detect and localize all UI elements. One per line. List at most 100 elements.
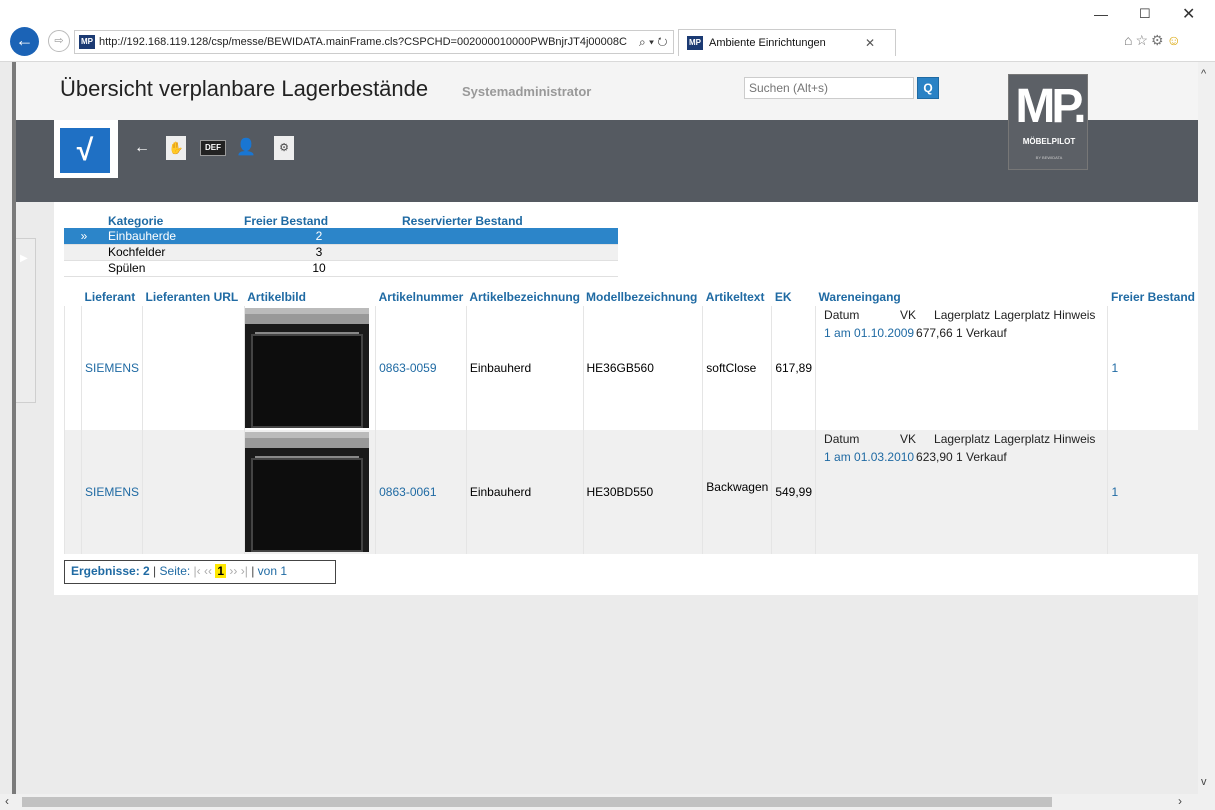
row-marker [64, 260, 104, 277]
maximize-icon[interactable]: ☐ [1139, 6, 1151, 22]
logo-text: MP. [1015, 80, 1086, 133]
back-arrow-icon[interactable]: ← [10, 27, 39, 56]
tab-title: Ambiente Einrichtungen [709, 37, 826, 49]
supplier-url [142, 306, 245, 430]
chevron-left-icon[interactable]: ‹ [5, 794, 9, 808]
table-row[interactable]: » Einbauherde 2 [64, 228, 618, 245]
col-header[interactable]: Wareneingang [816, 288, 1108, 306]
first-page-button[interactable]: |‹ [194, 564, 201, 578]
receipt-date-link[interactable]: 1 am 01.10.2009 [824, 326, 916, 340]
page-label: Seite: [159, 564, 191, 578]
model-name: HE30BD550 [582, 430, 703, 554]
category-name[interactable]: Kochfelder [104, 244, 240, 261]
col-header[interactable]: Lieferanten URL [143, 288, 245, 306]
next-page-button[interactable]: ›› [229, 564, 237, 578]
side-panel-toggle[interactable]: ▶ [16, 238, 36, 403]
horizontal-scrollbar[interactable]: ‹ › [0, 794, 1215, 810]
page-count: von 1 [257, 564, 288, 578]
article-image [243, 430, 376, 554]
results-count: Ergebnisse: 2 [71, 564, 150, 578]
col-header[interactable]: Reservierter Bestand [398, 214, 618, 228]
document-hand-icon[interactable]: ✋ [166, 136, 186, 160]
browser-titlebar: ← ⇨ MP http://192.168.119.128/csp/messe/… [0, 0, 1215, 62]
col-header[interactable]: EK [772, 288, 816, 306]
oven-image [244, 432, 369, 552]
close-icon[interactable]: ✕ [1182, 4, 1195, 24]
purchase-price: 549,99 [771, 430, 816, 554]
vertical-scrollbar[interactable]: ^ v [1198, 62, 1215, 794]
article-image [243, 306, 376, 430]
col-header[interactable]: Freier Bestand [240, 214, 398, 228]
reserved-stock [398, 244, 618, 261]
goods-receipt-row: 1 am 01.10.2009 677,66 1 Verkauf [824, 326, 1007, 340]
goods-receipt: Datum VK Lagerplatz Lagerplatz Hinweis 1 am… [815, 306, 1108, 430]
supplier-link[interactable]: SIEMENS [81, 430, 143, 554]
star-icon[interactable]: ☆ [1135, 32, 1151, 48]
purchase-price: 617,89 [771, 306, 816, 430]
supplier-url [142, 430, 245, 554]
article-number-link[interactable]: 0863-0061 [375, 430, 467, 554]
logo-byline: BY BEWIDATA [1035, 155, 1063, 160]
col-header[interactable]: Kategorie [104, 214, 240, 228]
col-header[interactable]: Modellbezeichnung [583, 288, 703, 306]
document-gear-icon[interactable]: ⚙ [274, 136, 294, 160]
chevron-right-icon: ▶ [20, 253, 28, 264]
goods-receipt-row: 1 am 01.03.2010 623,90 1 Verkauf [824, 450, 1007, 464]
table-row[interactable]: SIEMENS 0863-0061 Einbauherd HE30BD550 B… [63, 430, 1198, 554]
def-button[interactable]: DEF [200, 140, 226, 156]
search-refresh-icon[interactable]: ⌕ ▾ ↻ [639, 35, 668, 50]
col-header[interactable]: Artikelbezeichnung [466, 288, 583, 306]
col-header[interactable]: Artikelbild [244, 288, 375, 306]
browser-tab[interactable]: MP Ambiente Einrichtungen ✕ [678, 29, 896, 56]
article-name: Einbauherd [465, 306, 584, 430]
table-row[interactable]: Kochfelder 3 [64, 244, 618, 261]
current-page[interactable]: 1 [215, 564, 227, 578]
person-check-icon[interactable]: 👤 [236, 136, 256, 160]
category-name[interactable]: Einbauherde [104, 228, 240, 245]
gear-icon[interactable]: ⚙ [1151, 32, 1167, 48]
tab-close-icon[interactable]: ✕ [865, 36, 875, 50]
site-favicon-icon: MP [79, 35, 95, 49]
category-summary-table: Kategorie Freier Bestand Reservierter Be… [64, 214, 618, 277]
chevron-down-icon[interactable]: v [1201, 776, 1207, 788]
free-stock-link[interactable]: 1 [1107, 306, 1198, 430]
logo-subtitle: MÖBELPILOT [1022, 137, 1076, 146]
search-input[interactable] [744, 77, 914, 99]
free-stock: 2 [240, 228, 398, 245]
col-header[interactable]: Artikelnummer [376, 288, 467, 306]
article-text: softClose [702, 306, 772, 430]
chevron-right-icon[interactable]: › [1178, 794, 1182, 808]
col-header[interactable]: Lieferant [82, 288, 143, 306]
user-name: Systemadministrator [462, 84, 592, 99]
free-stock-link[interactable]: 1 [1107, 430, 1198, 554]
page-viewport: Übersicht verplanbare Lagerbestände Syst… [0, 62, 1198, 794]
col-header[interactable]: Artikeltext [703, 288, 772, 306]
forward-arrow-icon[interactable]: ⇨ [48, 30, 70, 52]
col-header[interactable]: Freier Bestand [1108, 288, 1198, 306]
scroll-thumb[interactable] [22, 797, 1052, 807]
confirm-button[interactable]: √ [54, 120, 118, 178]
home-icon[interactable]: ⌂ [1124, 32, 1135, 48]
prev-page-button[interactable]: ‹‹ [204, 564, 212, 578]
minimize-icon[interactable]: — [1094, 6, 1108, 22]
tab-favicon-icon: MP [687, 36, 703, 50]
back-arrow-icon[interactable]: ← [132, 136, 152, 160]
chevron-up-icon[interactable]: ^ [1201, 68, 1206, 80]
table-row[interactable]: SIEMENS 0863-0059 Einbauherd HE36GB560 s… [63, 306, 1198, 430]
article-name: Einbauherd [465, 430, 584, 554]
address-bar[interactable]: MP http://192.168.119.128/csp/messe/BEWI… [74, 30, 674, 54]
browser-toolbar-icons[interactable]: ⌂☆⚙☺ [1124, 32, 1184, 49]
category-name[interactable]: Spülen [104, 260, 240, 277]
article-number-link[interactable]: 0863-0059 [375, 306, 467, 430]
url-text[interactable]: http://192.168.119.128/csp/messe/BEWIDAT… [99, 36, 639, 48]
supplier-link[interactable]: SIEMENS [81, 306, 143, 430]
checkmark-icon: √ [60, 128, 110, 173]
model-name: HE36GB560 [582, 306, 703, 430]
receipt-date-link[interactable]: 1 am 01.03.2010 [824, 450, 916, 464]
search-icon[interactable]: Q [917, 77, 939, 99]
table-row[interactable]: Spülen 10 [64, 260, 618, 277]
last-page-button[interactable]: ›| [241, 564, 248, 578]
smiley-icon[interactable]: ☺ [1167, 32, 1184, 48]
oven-image [244, 308, 369, 428]
moebelpilot-logo: MP. MÖBELPILOT BY BEWIDATA [1008, 74, 1088, 170]
